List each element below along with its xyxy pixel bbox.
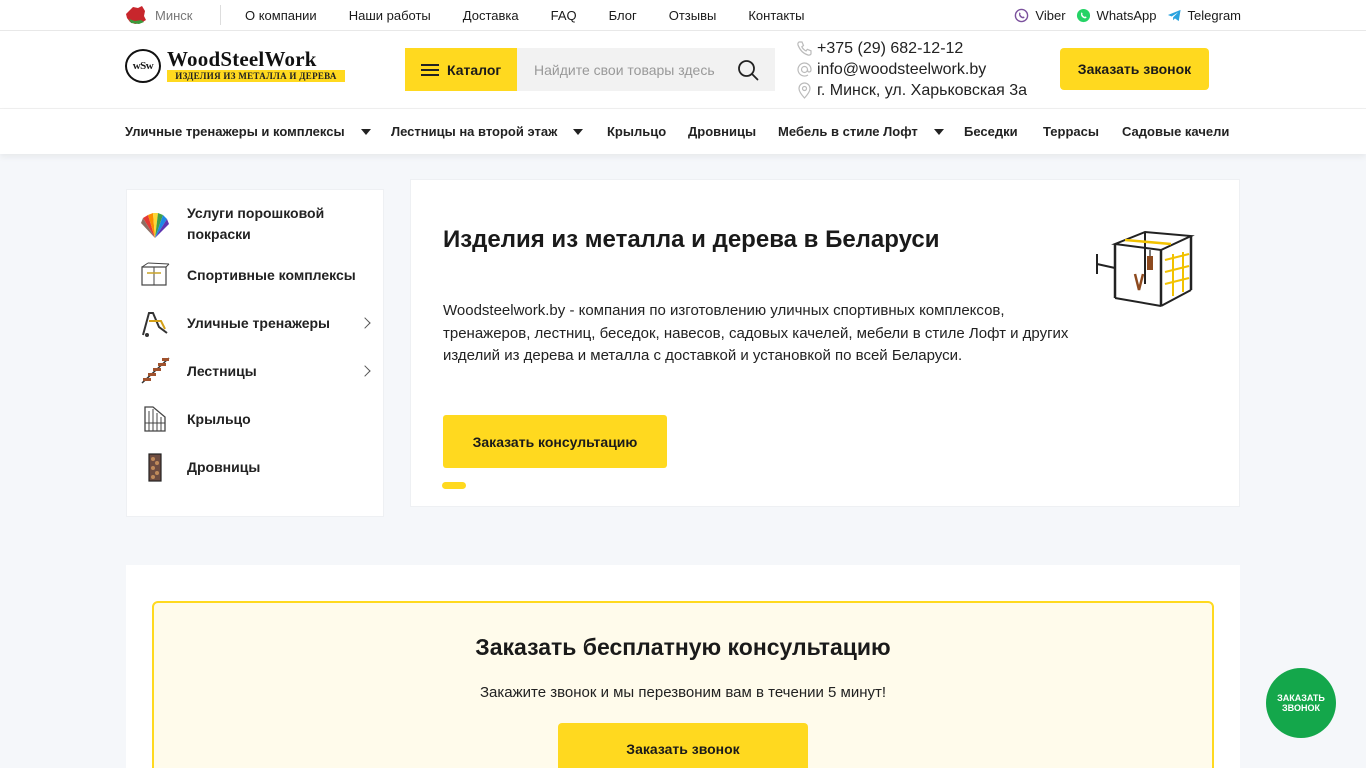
email-row[interactable]: info@woodsteelwork.by [796,59,1027,80]
woodshed-icon [148,453,162,482]
sidebar-item-stairs[interactable]: Лестницы [127,353,385,389]
telegram-icon [1167,9,1181,21]
consultation-call-button[interactable]: Заказать звонок [558,723,808,768]
nav-blog[interactable]: Блог [609,8,637,23]
messenger-links: Viber WhatsApp Telegram [1014,0,1241,30]
catalog-sidebar: Услуги порошковой покраски Спортивные ко… [126,189,384,517]
phone-row[interactable]: +375 (29) 682-12-12 [796,38,1027,59]
sidebar-item-label: Спортивные комплексы [187,266,356,283]
consultation-box: Заказать бесплатную консультацию Закажит… [152,601,1214,768]
logo[interactable]: wSw WoodSteelWork ИЗДЕЛИЯ ИЗ МЕТАЛЛА И Д… [125,47,345,84]
cat-terraces[interactable]: Террасы [1043,109,1099,154]
email-address: info@woodsteelwork.by [817,61,987,78]
consultation-subtitle: Закажите звонок и мы перезвоним вам в те… [479,684,887,701]
cat-label: Дровницы [688,124,757,139]
chevron-right-icon [359,317,371,329]
cat-label: Лестницы на второй этаж [391,124,558,139]
viber-link[interactable]: Viber [1014,7,1066,23]
caret-down-icon [360,128,371,135]
at-sign-icon [797,62,812,77]
stairs-icon [141,357,170,384]
cat-label: Садовые качели [1122,124,1230,139]
slider-dot-active[interactable] [442,482,466,489]
divider [220,5,221,25]
sidebar-item-label: Дровницы [187,458,261,475]
nav-contacts[interactable]: Контакты [748,8,804,23]
search-input[interactable] [517,48,727,91]
nav-faq[interactable]: FAQ [551,8,577,23]
cat-outdoor-trainers[interactable]: Уличные тренажеры и комплексы [125,109,371,154]
whatsapp-label: WhatsApp [1096,7,1157,23]
sidebar-item-porch[interactable]: Крыльцо [127,401,385,437]
search-box [517,48,775,91]
floating-callback-button[interactable]: ЗАКАЗАТЬ ЗВОНОК [1266,668,1336,738]
sidebar-item-label: Услуги порошковой покраски [187,205,325,242]
address-row: г. Минск, ул. Харьковская 3а [796,80,1027,101]
viber-label: Viber [1035,7,1066,23]
consultation-title: Заказать бесплатную консультацию [475,634,891,660]
top-bar: Минск О компании Наши работы Доставка FA… [0,0,1366,31]
cat-label: Террасы [1043,124,1099,139]
sidebar-item-label: Лестницы [187,362,257,379]
phone-icon [797,41,812,56]
cat-gazebos[interactable]: Беседки [964,109,1018,154]
nav-delivery[interactable]: Доставка [463,8,519,23]
whatsapp-link[interactable]: WhatsApp [1076,8,1157,23]
cat-woodsheds[interactable]: Дровницы [688,109,756,154]
sidebar-item-sports-complexes[interactable]: Спортивные комплексы [127,257,385,293]
hero-title: Изделия из металла и дерева в Беларуси [443,226,940,253]
color-palette-icon [141,213,169,238]
logo-mark: wSw [125,49,161,83]
search-icon[interactable] [737,59,759,81]
order-consultation-button[interactable]: Заказать консультацию [443,415,667,468]
logo-tagline: ИЗДЕЛИЯ ИЗ МЕТАЛЛА И ДЕРЕВА [167,70,345,82]
cat-label: Мебель в стиле Лофт [778,124,918,139]
cat-loft-furniture[interactable]: Мебель в стиле Лофт [778,109,944,154]
cat-label: Уличные тренажеры и комплексы [125,124,345,139]
cat-label: Беседки [964,124,1018,139]
sidebar-item-label: Крыльцо [187,410,251,427]
caret-down-icon [573,128,584,135]
order-call-button[interactable]: Заказать звонок [1060,48,1209,90]
contact-info: +375 (29) 682-12-12 info@woodsteelwork.b… [796,38,1027,101]
cat-label: Крыльцо [607,124,667,139]
nav-about[interactable]: О компании [245,8,317,23]
nav-reviews[interactable]: Отзывы [669,8,717,23]
caret-down-icon [933,128,944,135]
nav-works[interactable]: Наши работы [349,8,431,23]
sports-complex-icon [141,262,170,286]
porch-icon [144,406,166,432]
top-navigation: О компании Наши работы Доставка FAQ Блог… [245,0,805,30]
sidebar-item-woodsheds[interactable]: Дровницы [127,449,385,485]
address-text: г. Минск, ул. Харьковская 3а [817,82,1027,99]
category-navigation: Уличные тренажеры и комплексы Лестницы н… [0,109,1366,154]
cat-porch[interactable]: Крыльцо [607,109,666,154]
telegram-link[interactable]: Telegram [1167,8,1241,23]
viber-icon [1015,8,1029,22]
location-pin-icon [798,82,811,99]
hero-description: Woodsteelwork.by - компания по изготовле… [443,302,1069,364]
city-selector[interactable]: Минск [125,5,192,25]
whatsapp-icon [1076,8,1090,22]
hero-slide: Изделия из металла и дерева в Беларуси W… [410,179,1240,507]
sidebar-item-powder-coating[interactable]: Услуги порошковой покраски [127,202,385,246]
catalog-label: Каталог [447,61,502,78]
consultation-section: Заказать бесплатную консультацию Закажит… [126,565,1240,768]
logo-name: WoodSteelWork [167,47,317,71]
sidebar-item-label: Уличные тренажеры [187,314,331,331]
city-name: Минск [155,7,193,23]
cat-garden-swings[interactable]: Садовые качели [1122,109,1229,154]
phone-number: +375 (29) 682-12-12 [817,40,964,57]
header: wSw WoodSteelWork ИЗДЕЛИЯ ИЗ МЕТАЛЛА И Д… [0,31,1366,109]
outdoor-trainer-icon [142,312,168,337]
telegram-label: Telegram [1187,7,1241,23]
belarus-map-icon [126,6,146,24]
catalog-button[interactable]: Каталог [405,48,517,91]
sidebar-item-outdoor-trainers[interactable]: Уличные тренажеры [127,305,385,341]
chevron-right-icon [359,365,371,377]
menu-icon [421,63,439,76]
cat-stairs[interactable]: Лестницы на второй этаж [391,109,584,154]
sports-complex-image [1096,230,1195,307]
